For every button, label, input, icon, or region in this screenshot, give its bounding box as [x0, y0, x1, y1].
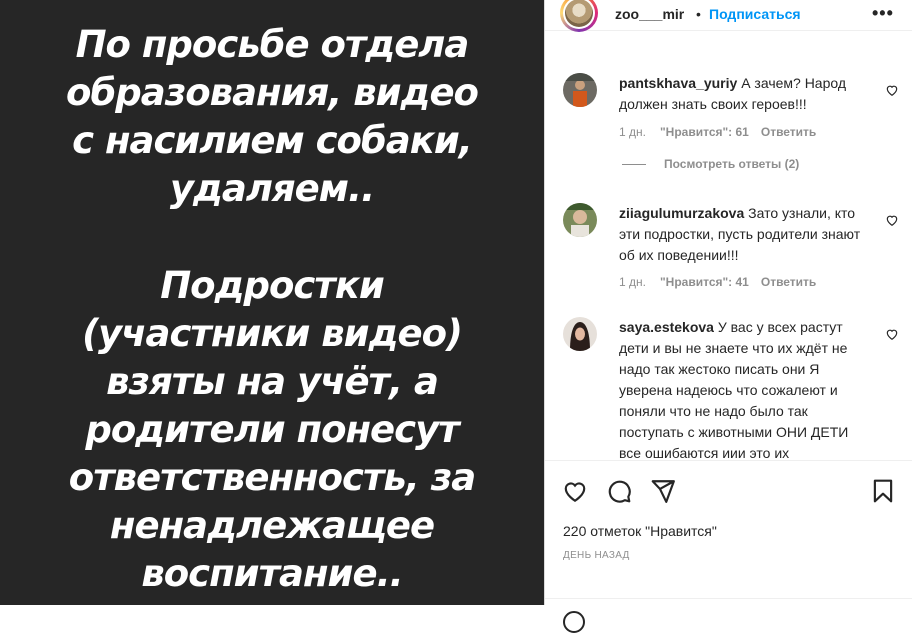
post-header: zoo___mir • Подписаться •••: [545, 0, 912, 32]
post-text-line: взяты на учёт, а: [106, 360, 439, 403]
add-comment-bar: [545, 598, 912, 633]
reply-button[interactable]: Ответить: [761, 125, 816, 139]
post-text-line: ответственность, за: [68, 456, 476, 499]
comment-meta: 1 дн. "Нравится": 41 Ответить: [619, 275, 816, 289]
post-text-block-1: По просьбе отдела образования, видео с н…: [0, 21, 544, 213]
bookmark-icon[interactable]: [870, 478, 896, 504]
post-text-line: Подростки: [160, 264, 385, 307]
post-text-line: (участники видео): [82, 312, 463, 355]
post-sidebar: zoo___mir • Подписаться ••• pantskhava_y…: [544, 0, 912, 633]
post-text-block-2: Подростки (участники видео) взяты на учё…: [0, 262, 544, 598]
comment-likes[interactable]: "Нравится": 61: [660, 125, 749, 139]
author-username[interactable]: zoo___mir: [615, 6, 684, 22]
heart-icon[interactable]: [885, 213, 899, 227]
commenter-avatar[interactable]: [563, 203, 597, 237]
commenter-avatar[interactable]: [563, 73, 597, 107]
comment-text: У вас у всех растут дети и вы не знаете …: [619, 319, 849, 459]
paper-plane-icon[interactable]: [650, 478, 676, 504]
post-actions: 220 отметок "Нравится" ДЕНЬ НАЗАД: [545, 460, 912, 633]
reply-button[interactable]: Ответить: [761, 275, 816, 289]
likes-count[interactable]: 220 отметок "Нравится": [563, 523, 717, 539]
post-text-line: удаляем..: [169, 167, 375, 210]
post-text-line: родители понесут: [85, 408, 459, 451]
post-text-line: По просьбе отдела: [75, 23, 470, 66]
comment-likes[interactable]: "Нравится": 41: [660, 275, 749, 289]
replies-line: [622, 164, 646, 166]
comment-time: 1 дн.: [619, 275, 646, 289]
commenter-username[interactable]: saya.estekova: [619, 319, 714, 335]
author-avatar[interactable]: [560, 0, 598, 32]
emoji-icon[interactable]: [563, 611, 585, 633]
comment-icon[interactable]: [606, 478, 632, 504]
follow-button[interactable]: Подписаться: [709, 6, 801, 22]
view-replies-button[interactable]: Посмотреть ответы (2): [622, 157, 799, 171]
comment-meta: 1 дн. "Нравится": 61 Ответить: [619, 125, 816, 139]
post-time[interactable]: ДЕНЬ НАЗАД: [563, 550, 630, 561]
post-text-line: ненадлежащее: [109, 504, 435, 547]
commenter-username[interactable]: pantskhava_yuriy: [619, 75, 737, 91]
heart-icon[interactable]: [885, 327, 899, 341]
commenter-avatar[interactable]: [563, 317, 597, 351]
post-text-line: образования, видео: [66, 71, 479, 114]
post-image[interactable]: По просьбе отдела образования, видео с н…: [0, 0, 544, 605]
heart-icon[interactable]: [885, 83, 899, 97]
comments-list[interactable]: pantskhava_yuriy А зачем? Народ должен з…: [545, 31, 912, 459]
comment-time: 1 дн.: [619, 125, 646, 139]
commenter-username[interactable]: ziiagulumurzakova: [619, 205, 744, 221]
heart-icon[interactable]: [562, 478, 588, 504]
separator-dot: •: [696, 6, 701, 22]
post-text-line: воспитание..: [141, 552, 403, 595]
post-text-line: с насилием собаки,: [72, 119, 473, 162]
more-horizontal-icon[interactable]: •••: [872, 4, 894, 22]
